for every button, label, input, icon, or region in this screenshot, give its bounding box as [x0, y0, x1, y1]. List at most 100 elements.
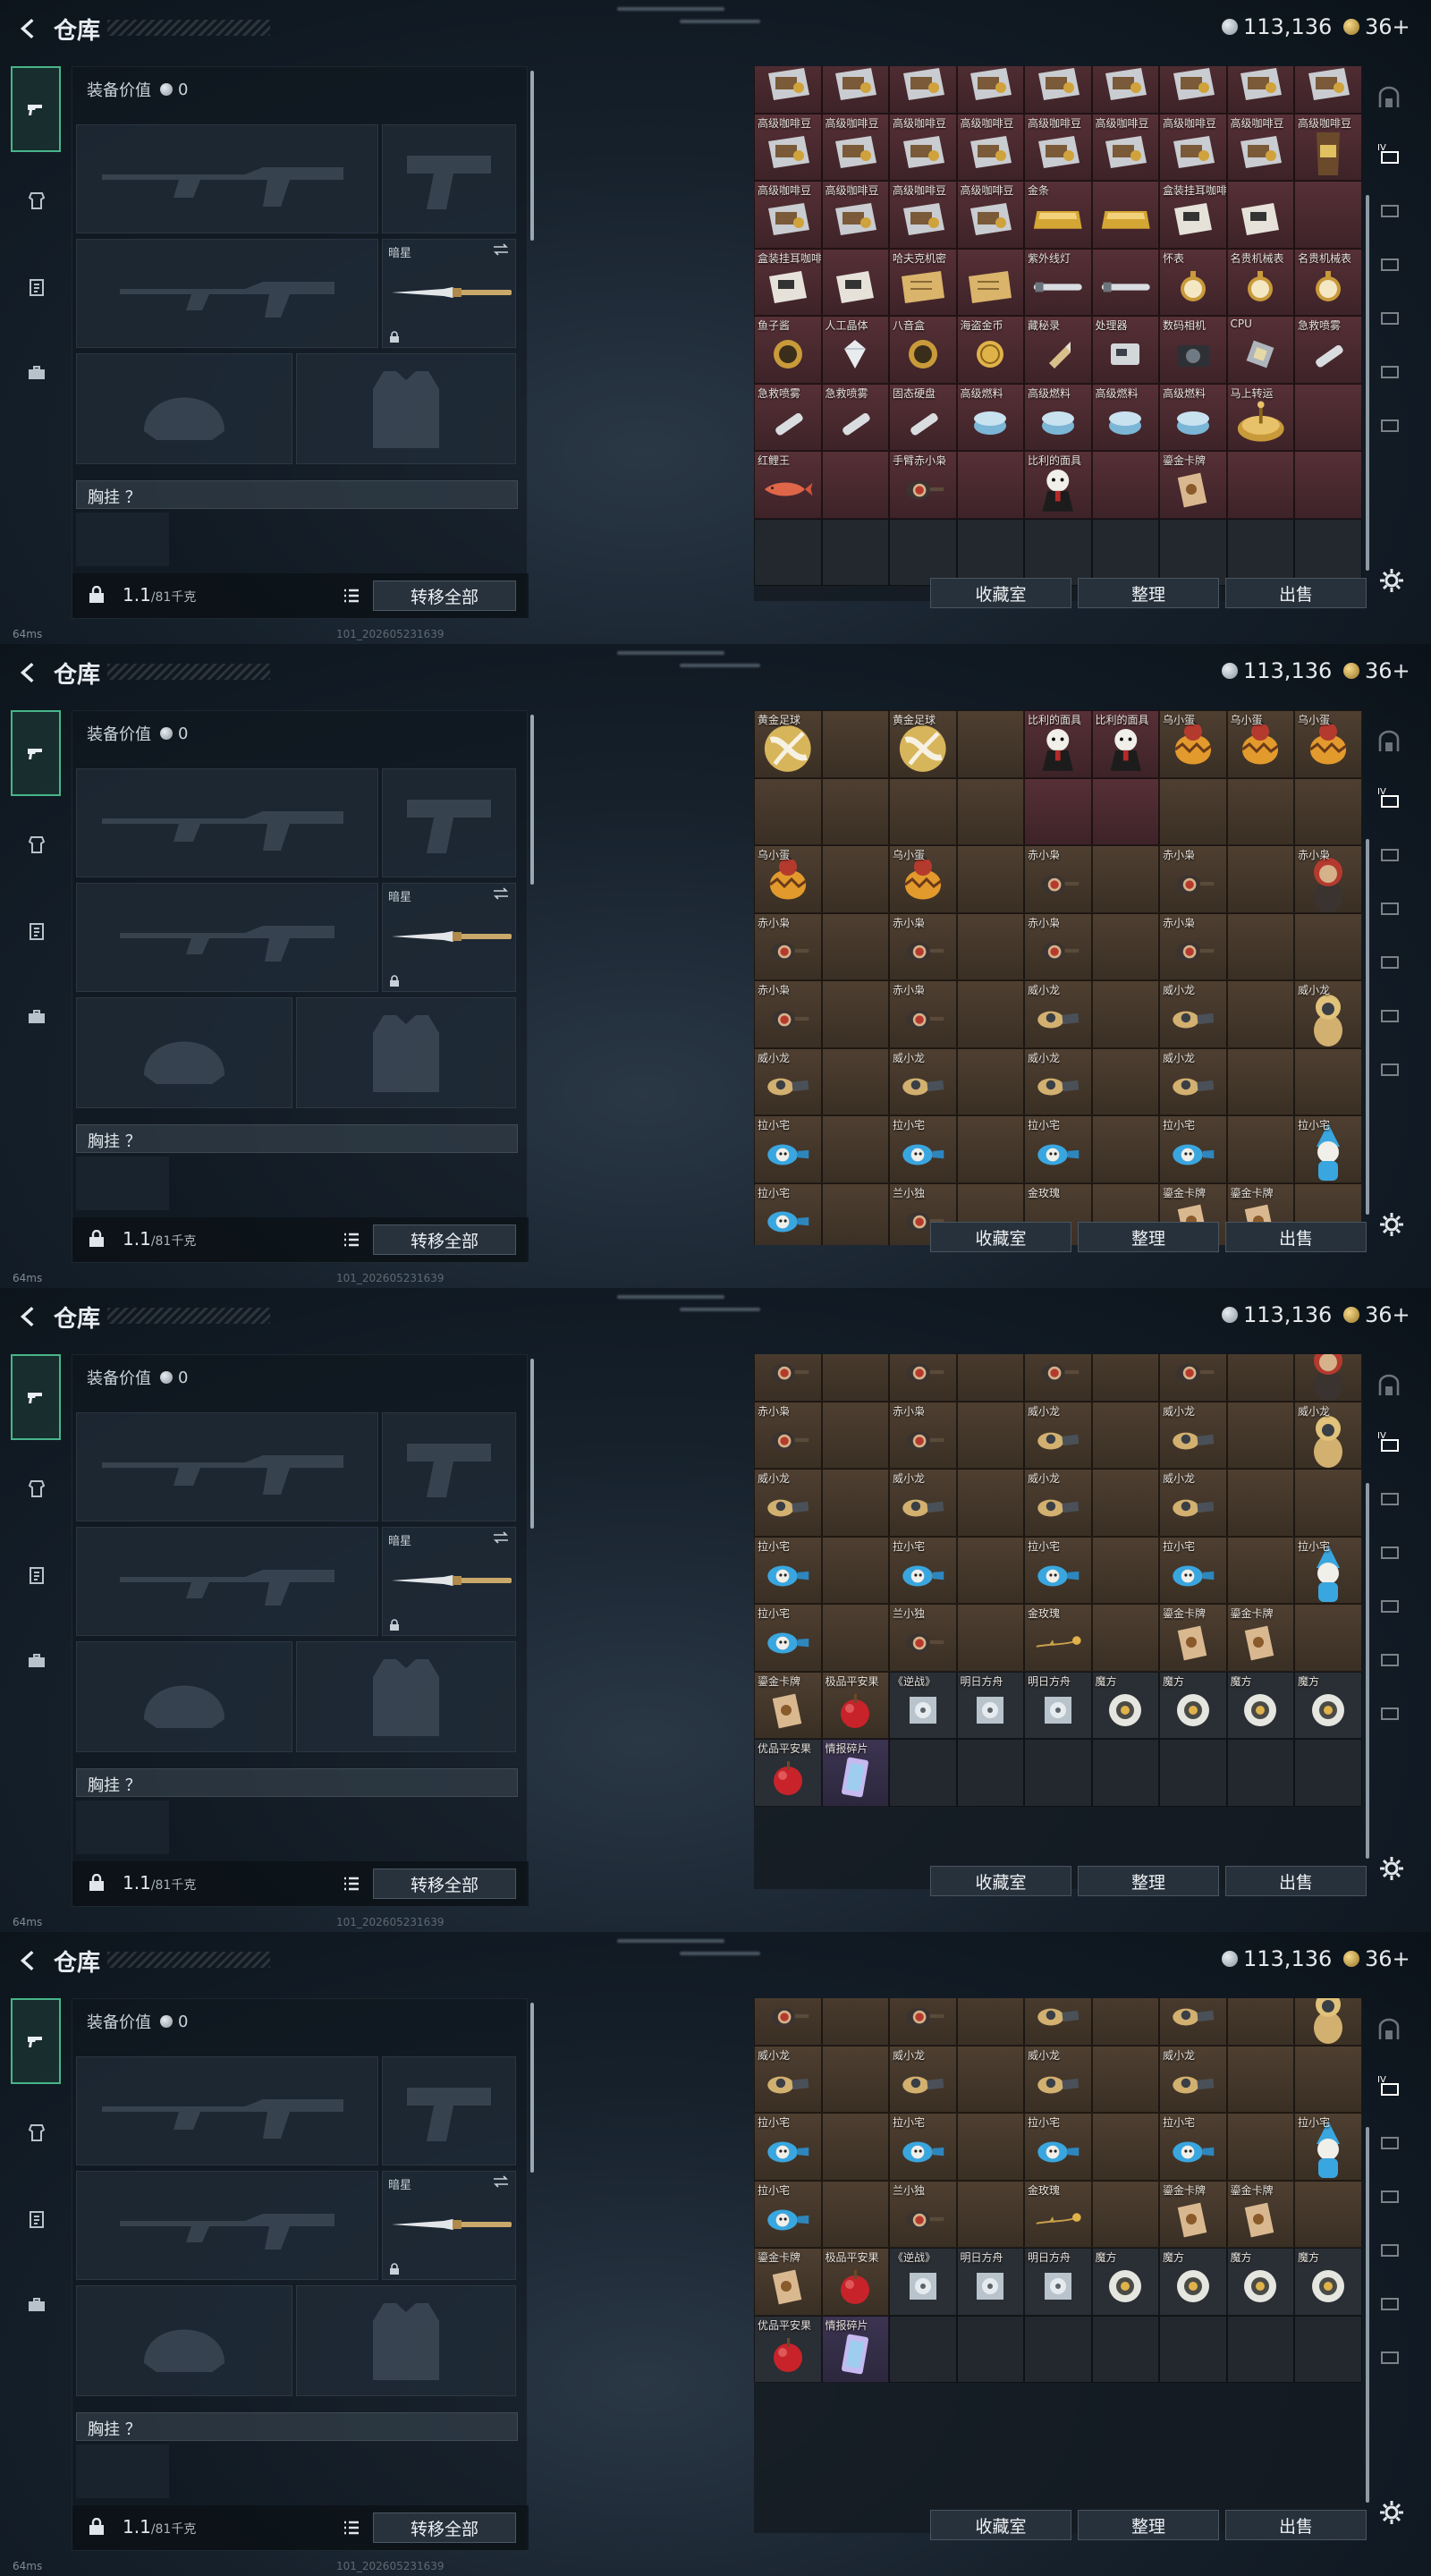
rail-page[interactable]	[1371, 2333, 1407, 2372]
tab-weapons[interactable]	[11, 710, 61, 796]
sort-button[interactable]: 整理	[1078, 2510, 1219, 2540]
rail-safe-box[interactable]	[1371, 723, 1407, 762]
melee-slot[interactable]: 暗星	[382, 1527, 516, 1636]
tab-backpack[interactable]	[11, 2268, 61, 2342]
item-cell[interactable]: 金条	[1024, 181, 1092, 249]
collection-room-button[interactable]: 收藏室	[930, 2510, 1071, 2540]
item-cell[interactable]: 鎏金卡牌	[1226, 1604, 1294, 1672]
tab-armor[interactable]	[11, 1453, 61, 1526]
tab-equipment[interactable]	[11, 250, 61, 324]
grid-cell[interactable]	[1294, 1354, 1362, 1402]
back-button[interactable]	[13, 1945, 45, 1977]
rail-page[interactable]	[1371, 2225, 1407, 2265]
body-armor-slot[interactable]	[296, 1641, 516, 1752]
item-cell[interactable]: 比利的面具	[1091, 710, 1159, 778]
tab-backpack[interactable]	[11, 1624, 61, 1698]
item-cell[interactable]: 威小龙	[1024, 1998, 1092, 2046]
item-cell[interactable]: 拉小宅	[1294, 2113, 1362, 2181]
item-cell[interactable]: 威小龙	[1024, 1047, 1092, 1115]
item-cell[interactable]: 兰小独	[889, 2180, 957, 2249]
loadout-scrollbar[interactable]	[530, 1359, 534, 1529]
warehouse-scrollbar[interactable]	[1366, 195, 1369, 571]
item-cell[interactable]: 拉小宅	[754, 1536, 822, 1605]
item-cell[interactable]: 拉小宅	[754, 1115, 822, 1183]
chest-rig-slot[interactable]	[76, 1157, 169, 1210]
rail-safe-box[interactable]	[1371, 1367, 1407, 1406]
gold-balance[interactable]: 36+	[1343, 1302, 1410, 1327]
item-cell[interactable]: 拉小宅	[1159, 1536, 1227, 1605]
item-cell[interactable]: 威小龙	[1159, 1998, 1227, 2046]
item-cell[interactable]: 急救喷雾	[1294, 316, 1362, 384]
swap-icon[interactable]	[492, 2175, 510, 2188]
grid-cell[interactable]	[1091, 66, 1159, 114]
item-cell[interactable]: 手臂赤小枭	[889, 451, 957, 519]
item-cell[interactable]: 威小龙	[1024, 2045, 1092, 2114]
item-cell[interactable]: 拉小宅	[1294, 1536, 1362, 1605]
item-cell[interactable]: 威小龙	[889, 1047, 957, 1115]
rail-page[interactable]	[1371, 2172, 1407, 2211]
item-cell[interactable]: 黄金足球	[889, 710, 957, 778]
settings-gear-icon[interactable]	[1378, 1855, 1405, 1882]
grid-cell[interactable]	[821, 248, 889, 317]
loadout-scrollbar[interactable]	[530, 2003, 534, 2173]
rail-page[interactable]	[1371, 1689, 1407, 1728]
item-cell[interactable]: 马上转运	[1226, 383, 1294, 452]
back-button[interactable]	[13, 13, 45, 45]
chest-rig-slot[interactable]	[76, 1801, 169, 1854]
item-cell[interactable]: 鱼子酱	[754, 316, 822, 384]
collection-room-button[interactable]: 收藏室	[930, 578, 1071, 608]
melee-slot[interactable]: 暗星	[382, 2171, 516, 2280]
tab-equipment[interactable]	[11, 894, 61, 968]
gold-balance[interactable]: 36+	[1343, 1946, 1410, 1971]
item-cell[interactable]: 高级咖啡豆	[754, 181, 822, 249]
tab-weapons[interactable]	[11, 1354, 61, 1440]
item-cell[interactable]: 兰小独	[889, 1604, 957, 1672]
item-cell[interactable]: 明日方舟	[1024, 2248, 1092, 2316]
tab-equipment[interactable]	[11, 2182, 61, 2256]
chest-rig-slot[interactable]	[76, 513, 169, 566]
item-cell[interactable]: 藏秘录	[1024, 316, 1092, 384]
item-cell[interactable]: CPU	[1226, 316, 1294, 384]
sort-button[interactable]: 整理	[1078, 1866, 1219, 1896]
swap-icon[interactable]	[492, 243, 510, 256]
item-cell[interactable]: 威小龙	[1159, 1469, 1227, 1537]
item-cell[interactable]: 威小龙	[1024, 980, 1092, 1048]
item-cell[interactable]: 赤小枭	[754, 1998, 822, 2046]
rail-page[interactable]	[1371, 293, 1407, 333]
item-cell[interactable]: 威小龙	[754, 1469, 822, 1537]
item-cell[interactable]: 高级咖啡豆	[1294, 113, 1362, 182]
item-cell[interactable]: 金玫瑰	[1024, 2180, 1092, 2249]
item-cell[interactable]: 魔方	[1091, 1671, 1159, 1740]
item-cell[interactable]: 八音盒	[889, 316, 957, 384]
sidearm-slot[interactable]	[382, 1412, 516, 1521]
item-cell[interactable]: 极品平安果	[821, 1671, 889, 1740]
helmet-slot[interactable]	[76, 1641, 292, 1752]
item-cell[interactable]: 鎏金卡牌	[1159, 2180, 1227, 2249]
rail-page[interactable]	[1371, 240, 1407, 279]
item-cell[interactable]: 魔方	[1226, 2248, 1294, 2316]
chest-rig-header[interactable]: 胸挂 ？	[76, 1124, 518, 1153]
list-icon[interactable]	[343, 2519, 360, 2537]
item-cell[interactable]: 黄金足球	[754, 710, 822, 778]
item-cell[interactable]: 盒装挂耳咖啡	[754, 248, 822, 317]
item-cell[interactable]: 盒装挂耳咖啡	[1159, 181, 1227, 249]
item-cell[interactable]: 威小龙	[1024, 1469, 1092, 1537]
grid-cell[interactable]	[821, 66, 889, 114]
item-cell[interactable]: 高级咖啡豆	[821, 113, 889, 182]
item-cell[interactable]: 高级咖啡豆	[754, 113, 822, 182]
item-cell[interactable]: 名贵机械表	[1226, 248, 1294, 317]
sell-button[interactable]: 出售	[1225, 1222, 1367, 1252]
body-armor-slot[interactable]	[296, 2285, 516, 2396]
item-cell[interactable]: 高级咖啡豆	[889, 181, 957, 249]
collection-room-button[interactable]: 收藏室	[930, 1866, 1071, 1896]
sell-button[interactable]: 出售	[1225, 2510, 1367, 2540]
item-cell[interactable]: 乌小蛋	[1294, 710, 1362, 778]
item-cell[interactable]: 高级咖啡豆	[889, 113, 957, 182]
tab-backpack[interactable]	[11, 980, 61, 1054]
item-cell[interactable]: 乌小蛋	[1226, 710, 1294, 778]
item-cell[interactable]: 高级燃料	[956, 383, 1024, 452]
transfer-all-button[interactable]: 转移全部	[373, 1868, 516, 1899]
list-icon[interactable]	[343, 1875, 360, 1893]
grid-cell[interactable]	[1091, 181, 1159, 249]
helmet-slot[interactable]	[76, 997, 292, 1108]
